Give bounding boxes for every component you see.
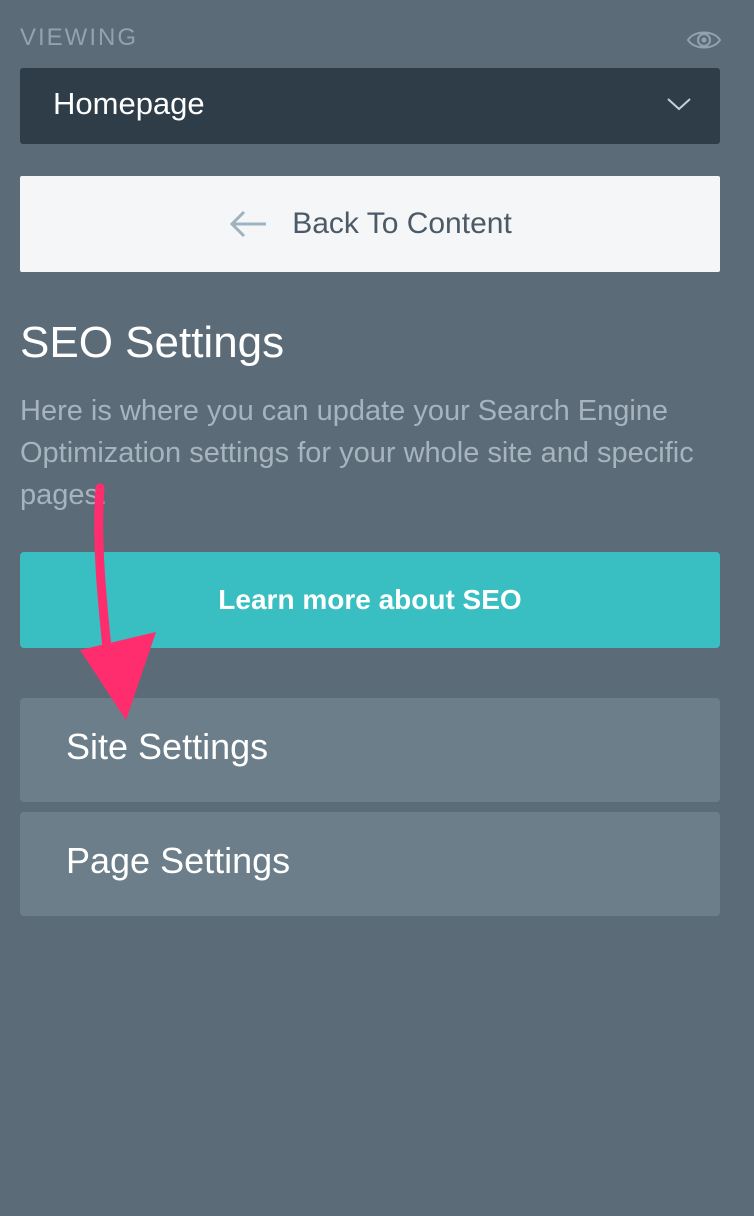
back-to-content-button[interactable]: Back To Content [20, 176, 720, 272]
section-title: SEO Settings [20, 318, 285, 367]
page-select-dropdown[interactable]: Homepage [20, 68, 720, 144]
page-settings-item[interactable]: Page Settings [20, 812, 720, 916]
learn-more-seo-label: Learn more about SEO [218, 584, 522, 615]
arrow-left-icon [230, 210, 267, 238]
section-description: Here is where you can update your Search… [20, 395, 694, 511]
back-button-content: Back To Content [20, 176, 720, 272]
page-select-value: Homepage [53, 86, 205, 121]
back-to-content-label: Back To Content [292, 207, 512, 240]
learn-more-seo-button[interactable]: Learn more about SEO [20, 552, 720, 648]
eye-icon[interactable] [686, 26, 722, 54]
site-settings-label: Site Settings [66, 726, 269, 767]
chevron-down-icon [667, 98, 691, 111]
seo-sidebar-panel: VIEWING Homepage Back To Content SEO Set… [0, 0, 754, 1216]
site-settings-item[interactable]: Site Settings [20, 698, 720, 802]
viewing-label: VIEWING [20, 24, 139, 51]
page-settings-label: Page Settings [66, 840, 291, 881]
